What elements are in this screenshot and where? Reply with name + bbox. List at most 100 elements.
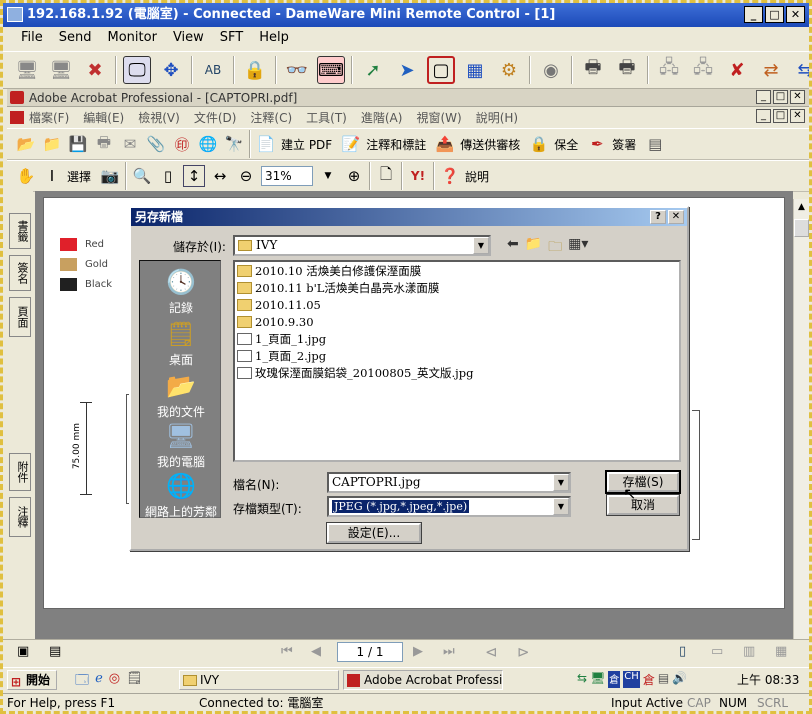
chevron-down-icon[interactable]: ▼ [553, 498, 569, 515]
tray-monitor-icon[interactable]: 🖥 [590, 671, 605, 688]
grid-icon[interactable]: ▦ [461, 56, 489, 84]
place-recent[interactable]: 🕓 記錄 [140, 267, 222, 316]
acro-menu-file[interactable]: 檔案(F) [29, 108, 69, 128]
acro-menu-document[interactable]: 文件(D) [194, 108, 237, 128]
create-pdf-button[interactable]: 建立 PDF [281, 136, 332, 153]
cancel-button[interactable]: 取消 [606, 494, 680, 516]
dialog-help-button[interactable]: ? [650, 210, 666, 224]
menu-file[interactable]: File [21, 27, 43, 49]
actual-size-icon[interactable]: ▯ [157, 165, 179, 187]
stamp-icon[interactable]: ㊞ [171, 133, 193, 155]
tray-ime-icon[interactable]: 倉 [608, 671, 621, 688]
scroll-thumb[interactable] [794, 219, 809, 237]
tray-network-icon[interactable]: ⇆ [577, 671, 587, 688]
file-row[interactable]: 2010.10 活煥美白修護保溼面膜 [235, 262, 679, 279]
select-tool-button[interactable]: 選擇 [67, 168, 91, 185]
media-icon[interactable]: ◎ [109, 671, 120, 693]
task-acrobat[interactable]: Adobe Acrobat Professiona... [343, 670, 503, 690]
acro-menu-view[interactable]: 檢視(V) [138, 108, 180, 128]
doc-max-button[interactable]: □ [773, 109, 788, 123]
acro-max-button[interactable]: □ [773, 90, 788, 104]
last-page-icon[interactable]: ⏭ [443, 644, 455, 659]
review-button[interactable]: 傳送供審核 [460, 136, 520, 153]
page-layout-icon[interactable]: ▤ [49, 644, 61, 659]
acro-menu-help[interactable]: 說明(H) [476, 108, 518, 128]
sign-button[interactable]: 簽署 [612, 136, 636, 153]
snapshot-icon[interactable]: 📷 [99, 165, 121, 187]
place-network[interactable]: 🌐 網路上的芳鄰 [140, 471, 222, 520]
up-folder-icon[interactable]: 📁 [525, 236, 542, 260]
new-folder-icon[interactable]: 🗀 [548, 236, 562, 260]
menu-help[interactable]: Help [259, 27, 289, 49]
scroll-up-icon[interactable]: ▲ [794, 199, 809, 215]
secure-button[interactable]: 保全 [554, 136, 578, 153]
share-icon[interactable]: ⇆ [791, 56, 809, 84]
comment-button[interactable]: 注釋和標註 [366, 136, 426, 153]
tray-lang-icon[interactable]: CH [623, 671, 640, 688]
comment-icon[interactable]: 📝 [340, 133, 362, 155]
start-button[interactable]: ⊞ 開始 [7, 670, 57, 690]
notes-icon[interactable]: 🗒 [126, 671, 143, 693]
acro-menu-tools[interactable]: 工具(T) [306, 108, 347, 128]
help-button[interactable]: 說明 [465, 168, 489, 185]
create-pdf-icon[interactable]: 📄 [255, 133, 277, 155]
zoom-field[interactable]: 31% [261, 166, 314, 186]
tab-bookmarks[interactable]: 書籤 [9, 213, 31, 249]
connect-icon[interactable]: 🖥 [47, 56, 75, 84]
settings-icon[interactable]: ⚙ [495, 56, 523, 84]
continuous-icon[interactable]: ▭ [711, 644, 723, 659]
tab-pages[interactable]: 頁面 [9, 297, 31, 337]
ab-icon[interactable]: AB [199, 56, 227, 84]
fit-page-icon[interactable]: ↕ [183, 165, 206, 187]
hand-icon[interactable]: ✋ [15, 165, 37, 187]
place-computer[interactable]: 🖥 我的電腦 [140, 421, 222, 470]
review-icon[interactable]: 📤 [434, 133, 456, 155]
tab-comments[interactable]: 注釋 [9, 497, 31, 537]
file-row[interactable]: 2010.11.05 [235, 296, 679, 313]
chevron-down-icon[interactable]: ▼ [473, 237, 489, 254]
file-row[interactable]: 1_頁面_1.jpg [235, 330, 679, 347]
zoom-icon[interactable]: 🔍 [131, 165, 153, 187]
save-icon[interactable]: 💾 [67, 133, 89, 155]
secure-icon[interactable]: 🔒 [528, 133, 550, 155]
organizer-icon[interactable]: 📁 [41, 133, 63, 155]
save-in-combo[interactable]: IVY ▼ [233, 235, 491, 256]
text-select-icon[interactable]: Ⅰ [41, 165, 63, 187]
zoom-out-icon[interactable]: ⊖ [235, 165, 257, 187]
move-icon[interactable]: ✥ [157, 56, 185, 84]
attach-icon[interactable]: 📎 [145, 133, 167, 155]
help-icon[interactable]: ❓ [439, 165, 461, 187]
disk-icon[interactable]: ◉ [537, 56, 565, 84]
single-page-icon[interactable]: ▯ [679, 644, 686, 659]
settings-button[interactable]: 設定(E)... [326, 522, 422, 544]
print-icon[interactable]: 🖶 [579, 56, 607, 84]
file-row[interactable]: 2010.11 b'L活煥美白晶亮水漾面膜 [235, 279, 679, 296]
doc-min-button[interactable]: _ [756, 109, 771, 123]
task-ivy[interactable]: IVY [179, 670, 339, 690]
tray-input-icon[interactable]: 倉 [643, 671, 655, 688]
acro-menu-advanced[interactable]: 進階(A) [361, 108, 403, 128]
disconnect-icon[interactable]: 🖥 [13, 56, 41, 84]
view-menu-icon[interactable]: ▦▾ [568, 236, 588, 260]
page-number-field[interactable]: 1 / 1 [337, 642, 403, 662]
cursor-icon[interactable]: ➚ [359, 56, 387, 84]
search-icon[interactable]: 🔭 [223, 133, 245, 155]
close-button[interactable]: ✕ [786, 6, 805, 23]
place-desktop[interactable]: 🗒 桌面 [140, 319, 222, 368]
ie-icon[interactable]: ℯ [95, 671, 103, 693]
email-icon[interactable]: ✉ [119, 133, 141, 155]
acro-menu-window[interactable]: 視窗(W) [416, 108, 461, 128]
back-icon[interactable]: ⬅ [507, 236, 519, 260]
rotate-icon[interactable]: 🗋 [375, 165, 397, 187]
tray-volume-icon[interactable]: 🔊 [672, 671, 687, 688]
prev-page-icon[interactable]: ◀ [311, 644, 321, 659]
print-doc-icon[interactable]: 🖶 [93, 133, 115, 155]
fullscreen-icon[interactable]: ▢ [427, 56, 455, 84]
filetype-select[interactable]: JPEG (*.jpg,*.jpeg,*.jpe) ▼ [327, 496, 571, 517]
menu-view[interactable]: View [173, 27, 204, 49]
acro-close-button[interactable]: ✕ [790, 90, 805, 104]
lock-icon[interactable]: 🔒 [241, 56, 269, 84]
forms-icon[interactable]: ▤ [644, 133, 666, 155]
remote-icon[interactable]: ✖ [81, 56, 109, 84]
yahoo-icon[interactable]: Y! [407, 165, 429, 187]
